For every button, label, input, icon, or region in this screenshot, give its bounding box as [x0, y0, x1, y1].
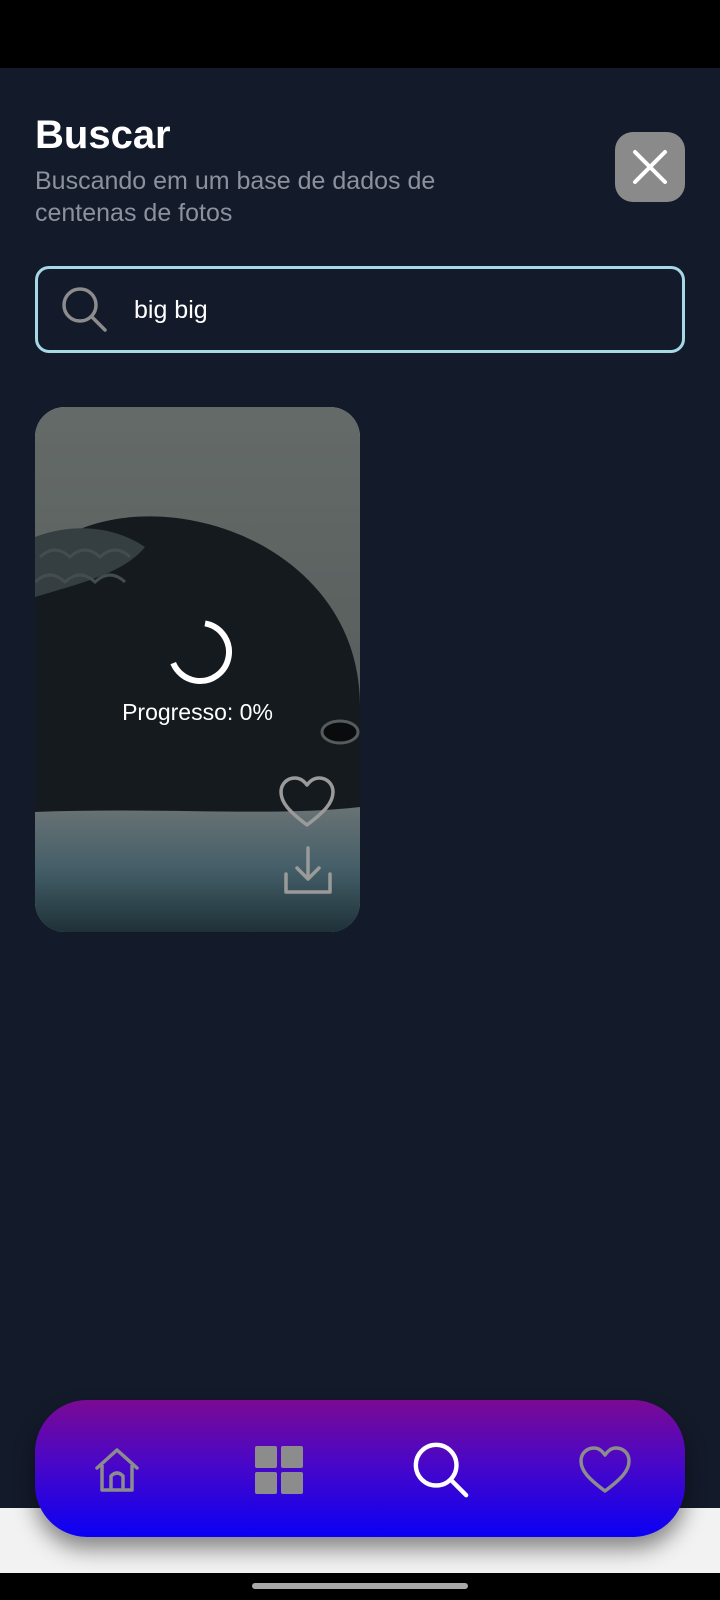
page-subtitle: Buscando em um base de dados de centenas…: [35, 167, 436, 227]
loading-spinner-icon: [168, 620, 232, 684]
nav-home-button[interactable]: [87, 1440, 147, 1500]
result-card[interactable]: Progresso: 0%: [35, 407, 360, 932]
search-icon: [413, 1442, 469, 1498]
search-box[interactable]: [35, 266, 685, 353]
download-icon: [284, 846, 332, 894]
heart-outline-icon: [279, 776, 335, 827]
nav-categories-button[interactable]: [249, 1440, 309, 1500]
gesture-handle[interactable]: [252, 1583, 468, 1589]
home-icon: [95, 1448, 139, 1492]
nav-favorites-button[interactable]: [575, 1440, 635, 1500]
download-button[interactable]: [282, 844, 334, 896]
progress-label: Progresso: 0%: [122, 699, 273, 725]
favorite-button[interactable]: [278, 775, 336, 829]
heart-icon: [579, 1446, 631, 1493]
grid-icon: [255, 1446, 303, 1494]
close-icon: [633, 150, 667, 184]
close-button[interactable]: [615, 132, 685, 202]
search-input[interactable]: [134, 287, 654, 333]
bottom-nav: [35, 1400, 685, 1537]
search-icon: [60, 285, 110, 335]
nav-search-button[interactable]: [411, 1440, 471, 1500]
page-title: Buscar: [35, 113, 171, 157]
status-bar: [0, 0, 720, 68]
